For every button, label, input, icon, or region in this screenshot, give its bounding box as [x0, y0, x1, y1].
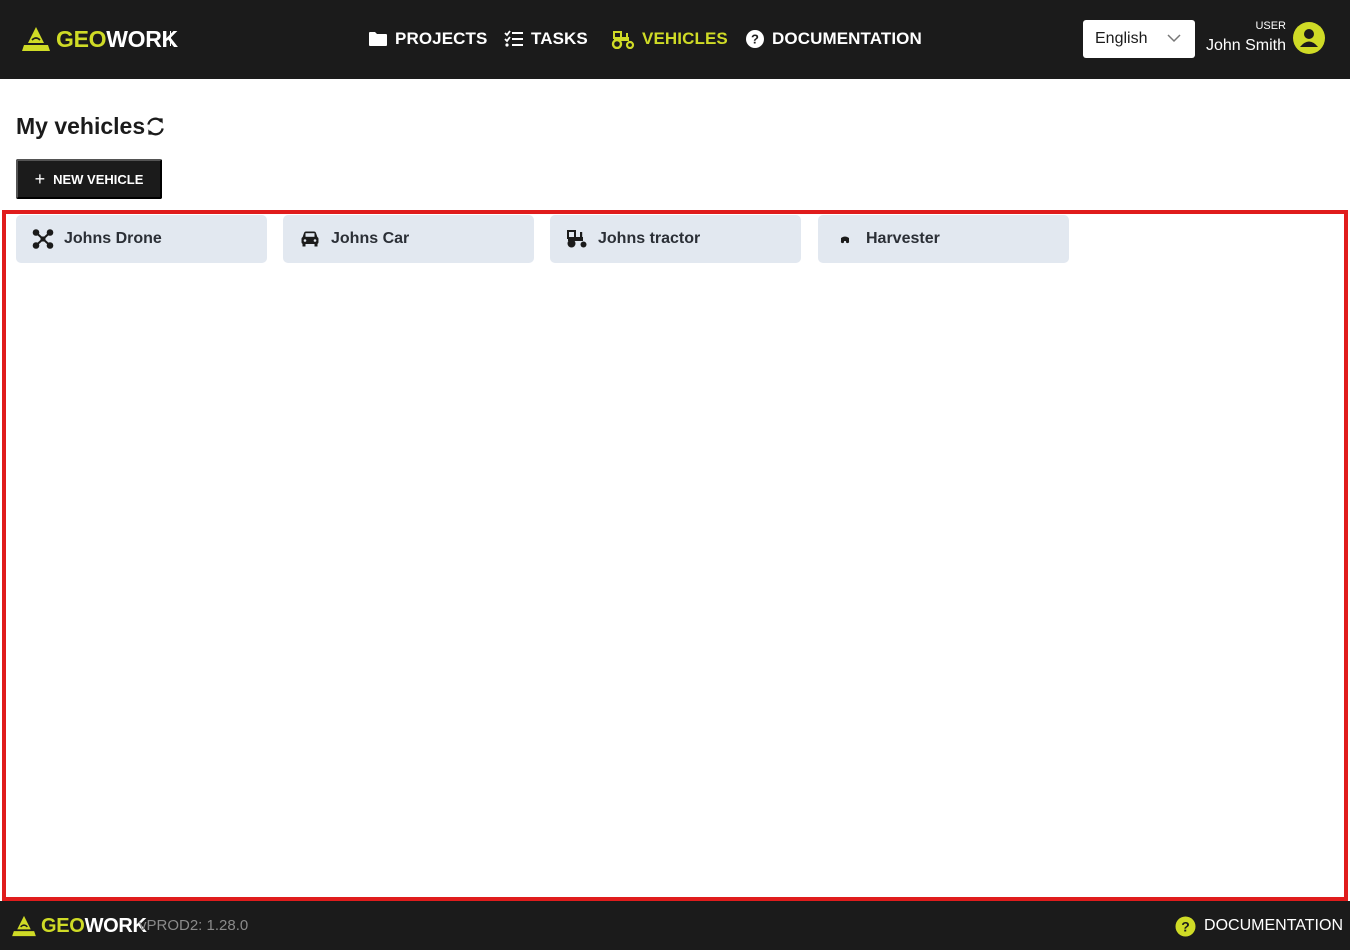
folder-icon	[369, 32, 387, 46]
nav-item-documentation[interactable]: ? DOCUMENTATION	[745, 28, 922, 50]
nav-label-documentation: DOCUMENTATION	[772, 29, 922, 48]
new-vehicle-label: NEW VEHICLE	[53, 171, 144, 187]
footer-logo-text-geo: GEO	[41, 915, 85, 937]
tasks-list-icon	[504, 30, 523, 47]
language-selected-value: English	[1095, 30, 1148, 47]
logo-cone-icon	[12, 915, 36, 937]
nav-item-projects[interactable]: PROJECTS	[368, 28, 487, 50]
help-circle-icon: ?	[1175, 916, 1196, 936]
app-version: vPROD2: 1.28.0	[139, 917, 249, 934]
user-avatar[interactable]	[1293, 22, 1325, 54]
vehicle-name: Harvester	[866, 230, 940, 247]
tractor-icon	[611, 31, 635, 49]
chevron-down-icon	[1167, 34, 1181, 43]
footer-documentation-label: DOCUMENTATION	[1204, 917, 1343, 934]
user-role: USER	[1255, 20, 1286, 32]
geowork-logo[interactable]: GEOWORK	[22, 26, 178, 52]
vehicle-name: Johns tractor	[598, 230, 701, 247]
svg-text:?: ?	[1181, 918, 1190, 934]
footer-logo-text: GEOWORK	[41, 915, 147, 937]
nav-item-vehicles[interactable]: VEHICLES	[611, 28, 728, 50]
nav-label-projects: PROJECTS	[395, 29, 488, 48]
footer-bar: GEOWORK vPROD2: 1.28.0 ? DOCUMENTATION	[0, 901, 1350, 950]
footer-logo[interactable]: GEOWORK	[12, 915, 147, 937]
user-circle-icon	[1300, 29, 1318, 47]
nav-label-vehicles: VEHICLES	[642, 29, 728, 48]
help-circle-icon: ?	[746, 30, 764, 48]
footer-documentation-link[interactable]: ? DOCUMENTATION	[1175, 914, 1343, 938]
vehicle-name: Johns Drone	[64, 230, 162, 247]
refresh-icon[interactable]	[145, 116, 166, 137]
car-icon	[299, 229, 321, 249]
vehicle-card-johns-tractor[interactable]: Johns tractor	[550, 215, 801, 263]
logo-cone-icon	[22, 27, 50, 51]
vehicle-card-harvester[interactable]: Harvester	[818, 215, 1069, 263]
logo-text-work: WORK	[106, 26, 178, 52]
nav-item-tasks[interactable]: TASKS	[504, 28, 588, 50]
vehicle-card-johns-car[interactable]: Johns Car	[283, 215, 534, 263]
logo-text: GEOWORK	[56, 26, 178, 52]
vehicle-name: Johns Car	[331, 230, 410, 247]
drone-icon	[32, 229, 54, 249]
page-title: My vehicles	[16, 113, 146, 139]
new-vehicle-button[interactable]: + NEW VEHICLE	[16, 159, 162, 199]
user-name[interactable]: John Smith	[1206, 37, 1286, 55]
nav-label-tasks: TASKS	[531, 29, 588, 48]
logo-divider	[170, 31, 171, 46]
svg-text:?: ?	[751, 32, 759, 47]
logo-text-geo: GEO	[56, 26, 107, 52]
tractor-icon	[566, 229, 588, 249]
top-navigation-bar: GEOWORK PROJECTS TASKS VEHICLES ? DOCUME…	[0, 0, 1350, 79]
plus-icon: +	[34, 169, 46, 189]
harvester-icon	[834, 229, 856, 249]
footer-logo-text-work: WORK	[84, 915, 147, 937]
vehicle-list-panel	[2, 210, 1348, 901]
language-select[interactable]: English	[1083, 20, 1195, 58]
vehicle-card-johns-drone[interactable]: Johns Drone	[16, 215, 267, 263]
